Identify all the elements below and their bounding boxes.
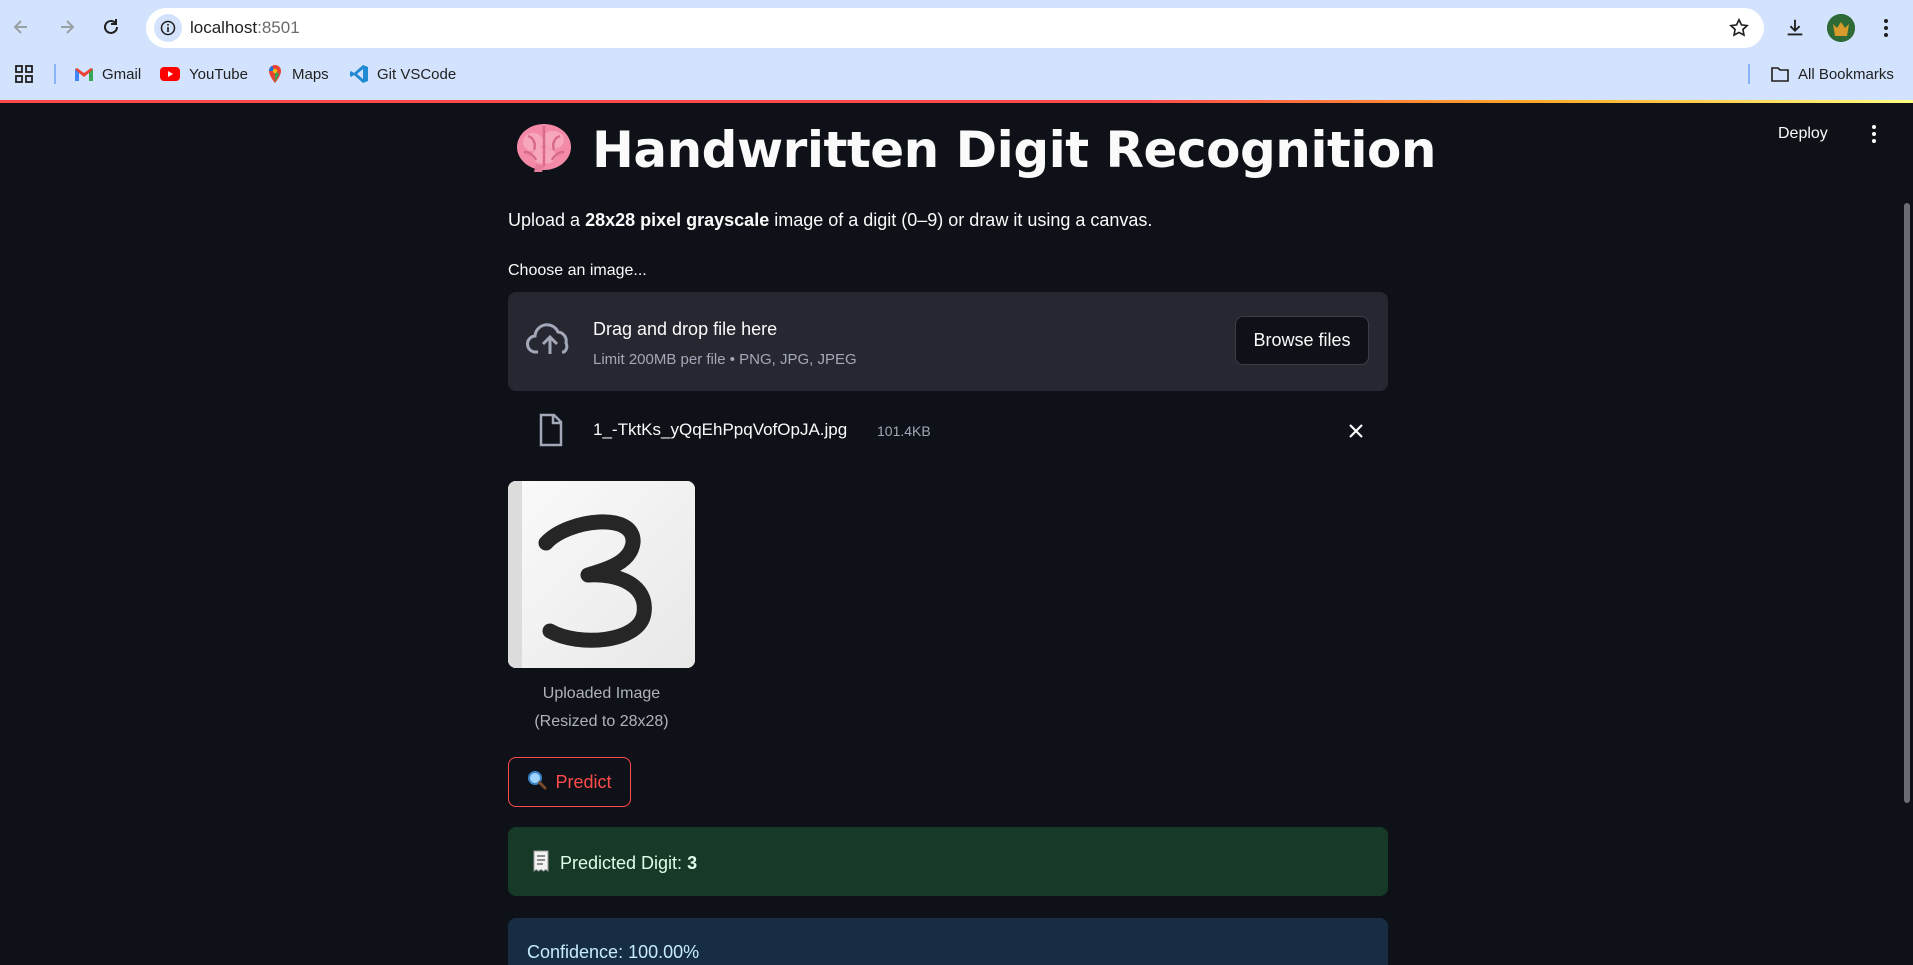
app-main: Deploy Handwritten Digit Recognition Upl… (0, 103, 1913, 965)
bookmark-youtube[interactable]: YouTube (159, 62, 248, 86)
deploy-button[interactable]: Deploy (1778, 125, 1828, 143)
download-icon (1787, 19, 1803, 36)
cloud-upload-icon (526, 320, 574, 365)
all-bookmarks-button[interactable]: All Bookmarks (1770, 62, 1894, 86)
bookmark-star-icon[interactable] (1728, 17, 1750, 44)
dropzone-limit-text: Limit 200MB per file • PNG, JPG, JPEG (593, 351, 857, 368)
avatar (1827, 14, 1855, 42)
page-subtitle: Upload a 28x28 pixel grayscale image of … (508, 210, 1153, 230)
file-size: 101.4KB (877, 423, 931, 439)
apps-grid-icon (15, 65, 33, 83)
back-arrow-icon (13, 20, 27, 34)
bookmark-separator (54, 64, 56, 84)
maps-icon (269, 65, 281, 83)
app-menu-button[interactable] (1866, 123, 1882, 145)
dropzone-instructions: Drag and drop file here (593, 319, 778, 339)
page-title: Handwritten Digit Recognition (592, 120, 1436, 179)
page-header: Handwritten Digit Recognition (514, 120, 1436, 179)
vscode-icon (350, 65, 368, 83)
reload-button[interactable] (96, 12, 126, 42)
address-bar[interactable]: localhost:8501 (146, 8, 1764, 48)
forward-button[interactable] (52, 12, 82, 42)
browser-chrome: localhost:8501 Gmail YouTube Maps Git VS… (0, 0, 1913, 100)
browse-files-button[interactable]: Browse files (1235, 316, 1369, 365)
downloads-button[interactable] (1779, 12, 1811, 44)
bookmark-gmail[interactable]: Gmail (74, 62, 141, 86)
predict-button[interactable]: Predict (508, 757, 631, 807)
site-info-icon[interactable] (154, 14, 182, 42)
bookmark-separator-right (1748, 64, 1750, 84)
bookmark-git-vscode[interactable]: Git VSCode (349, 62, 456, 86)
confidence-alert: Confidence: 100.00% (508, 918, 1388, 965)
file-dropzone[interactable]: Drag and drop file here Limit 200MB per … (508, 292, 1388, 391)
more-vertical-icon (1884, 19, 1888, 37)
file-icon (538, 413, 564, 452)
scrollbar[interactable] (1904, 203, 1910, 803)
apps-button[interactable] (14, 62, 34, 86)
youtube-icon (160, 67, 180, 81)
file-name: 1_-TktKs_yQqEhPpqVofOpJA.jpg (593, 420, 848, 439)
reload-icon (104, 19, 118, 34)
url-text: localhost:8501 (190, 18, 300, 37)
magnifier-icon (527, 770, 547, 795)
remove-file-icon[interactable] (1344, 419, 1368, 443)
image-caption: Uploaded Image (Resized to 28x28) (534, 685, 669, 730)
prediction-text: Predicted Digit: 3 (532, 850, 697, 877)
forward-arrow-icon (61, 20, 75, 34)
profile-button[interactable] (1825, 12, 1857, 44)
prediction-alert: Predicted Digit: 3 (508, 827, 1388, 896)
uploaded-file-item: 1_-TktKs_yQqEhPpqVofOpJA.jpg 101.4KB (508, 405, 1388, 457)
bookmark-maps[interactable]: Maps (266, 62, 329, 86)
browser-menu-button[interactable] (1870, 12, 1902, 44)
folder-icon (1771, 67, 1789, 82)
predicted-digit: 3 (687, 853, 698, 873)
brain-icon (514, 120, 574, 179)
uploaded-image (508, 481, 695, 668)
uploader-label: Choose an image... (508, 262, 647, 279)
gmail-icon (75, 68, 93, 81)
back-button[interactable] (6, 12, 36, 42)
bookmarks-bar: Gmail YouTube Maps Git VSCode All Bookma… (0, 58, 1913, 90)
confidence-text: Confidence: 100.00% (527, 942, 700, 962)
receipt-icon (532, 850, 550, 877)
